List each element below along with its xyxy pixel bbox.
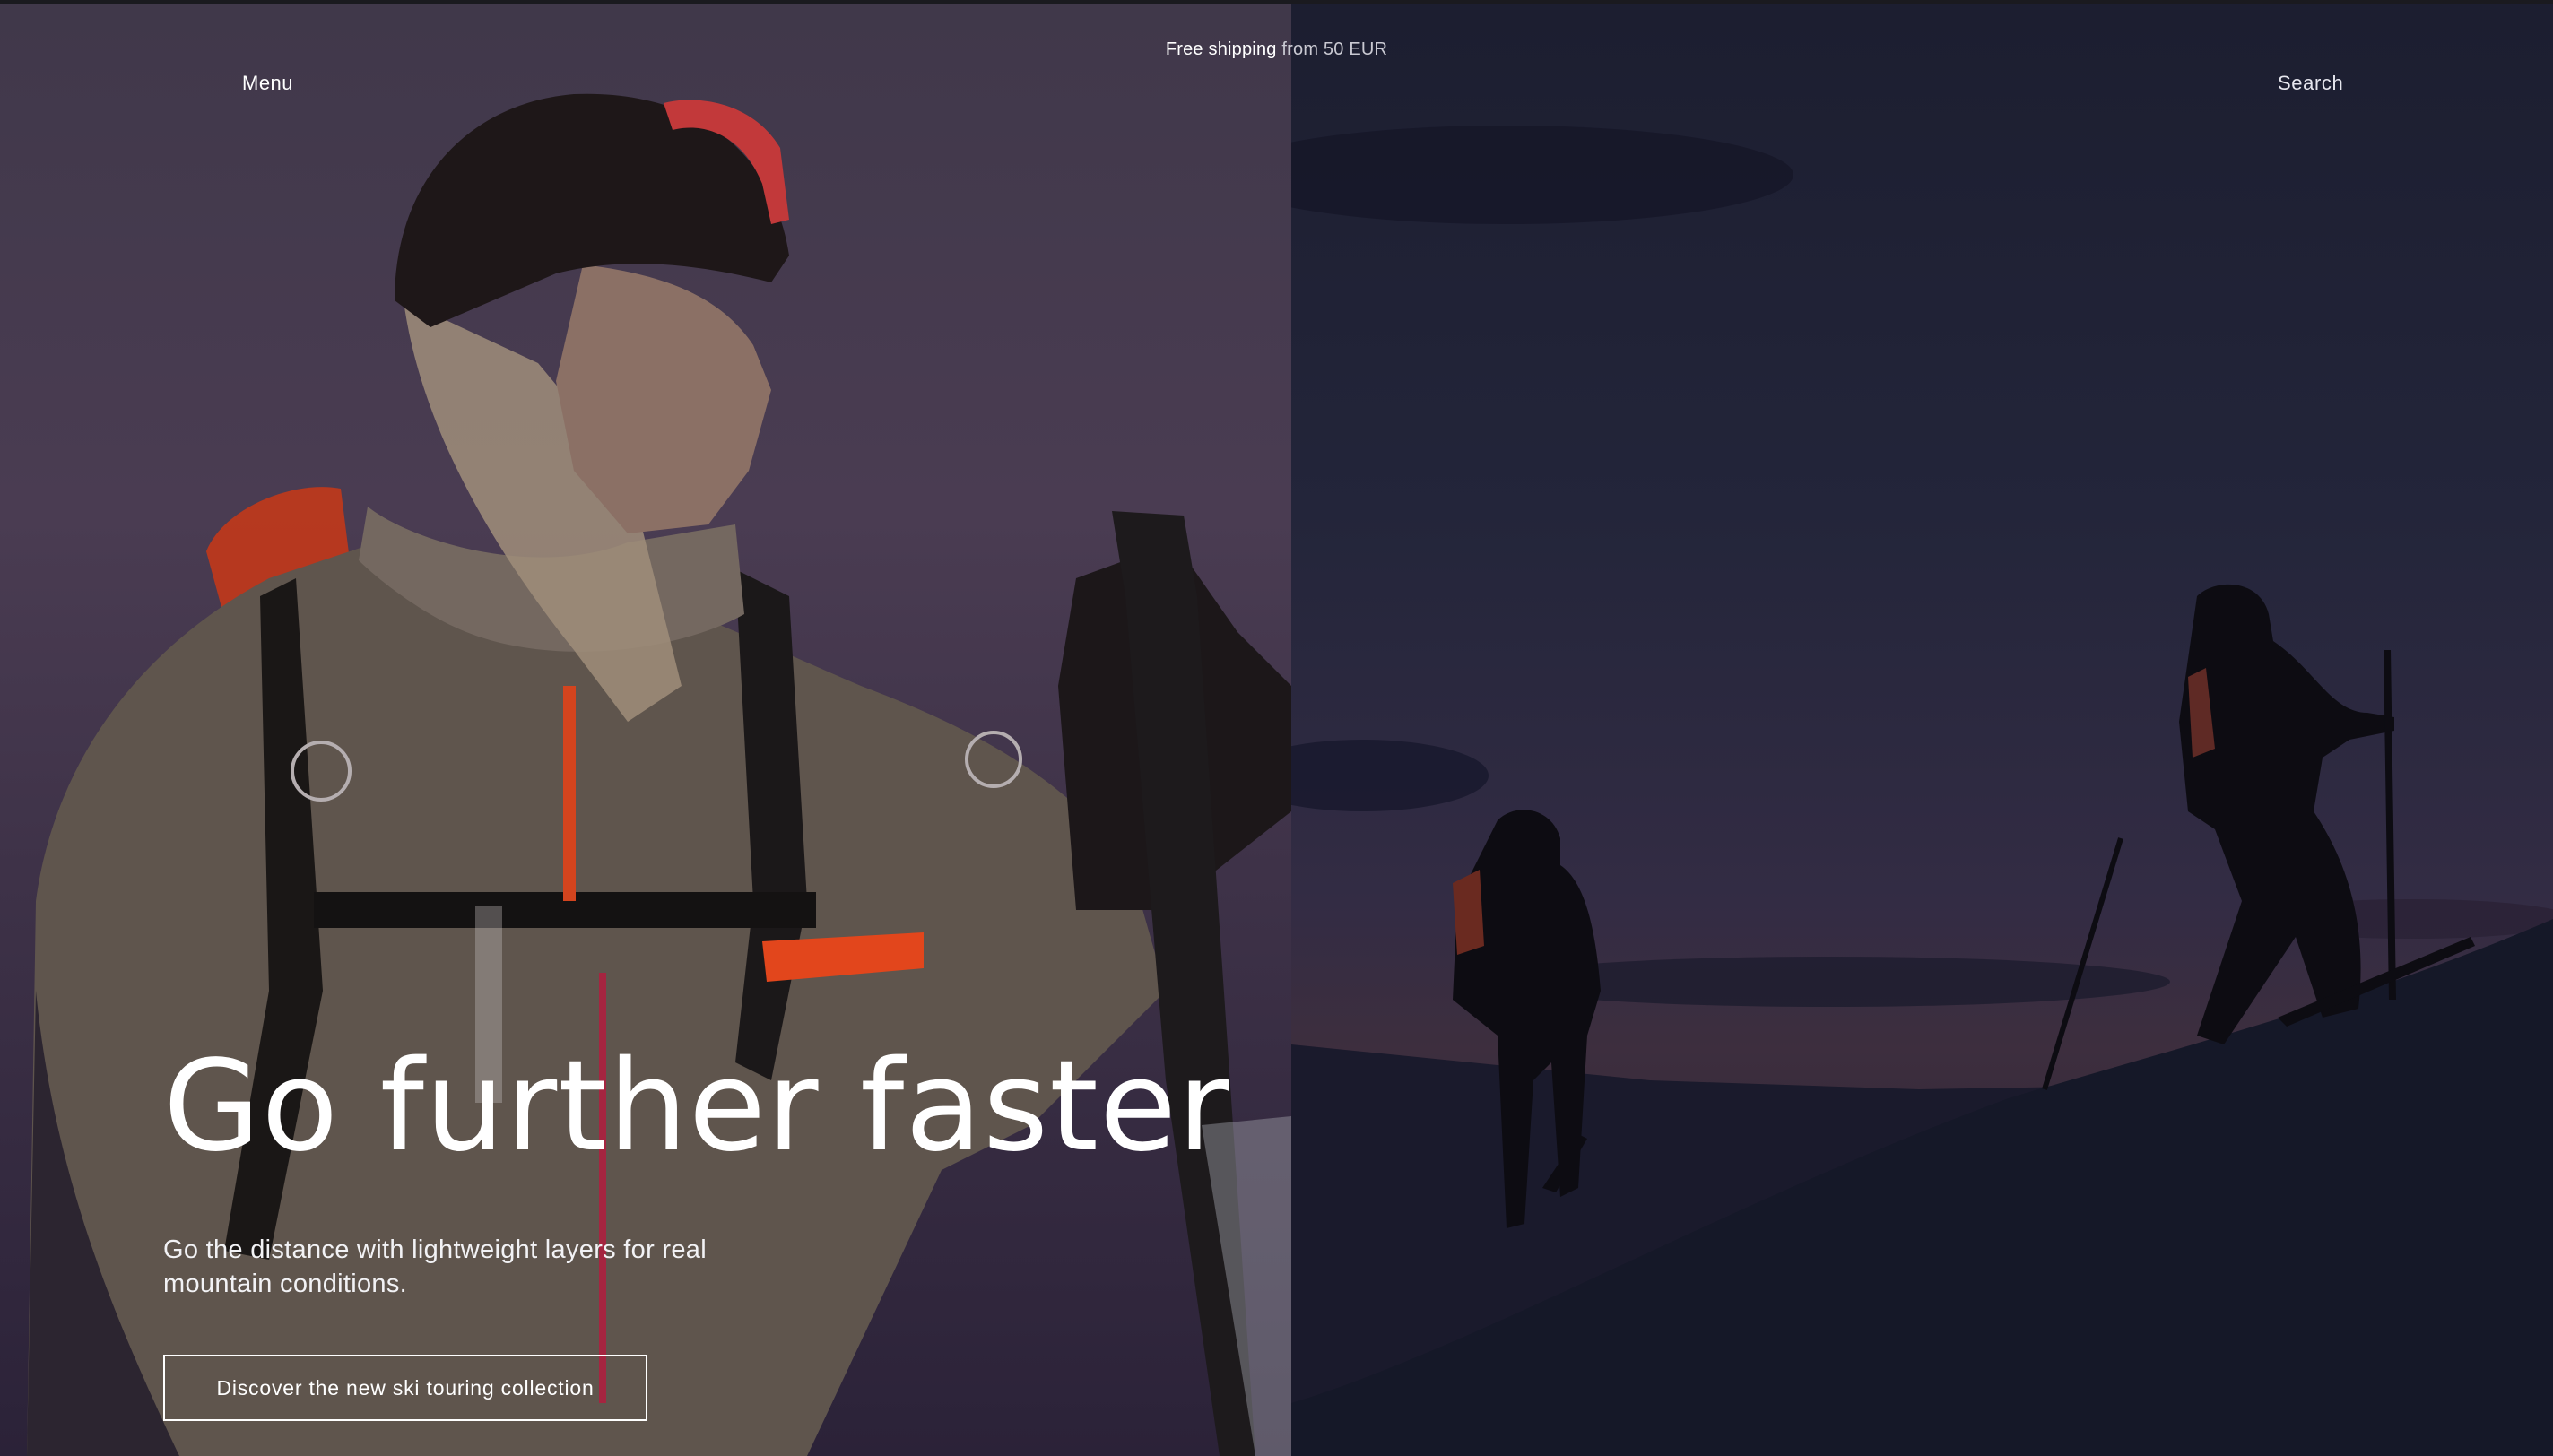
menu-button[interactable]: Menu bbox=[242, 72, 293, 95]
hero-image-right bbox=[1291, 4, 2553, 1456]
search-button[interactable]: Search bbox=[2278, 72, 2343, 95]
page: Free shipping from 50 EUR Menu Search Go… bbox=[0, 0, 2553, 1456]
promo-banner: Free shipping from 50 EUR bbox=[0, 39, 2553, 60]
hero-photo-ski-tourers-silhouette bbox=[1291, 126, 2553, 1456]
hero-title: Go further faster bbox=[163, 1034, 1230, 1180]
promo-strong-text: Free shipping bbox=[1165, 39, 1277, 59]
hero-subtitle: Go the distance with lightweight layers … bbox=[163, 1235, 707, 1298]
discover-collection-button[interactable]: Discover the new ski touring collection bbox=[163, 1355, 647, 1421]
promo-light-text: from 50 EUR bbox=[1281, 39, 1388, 59]
